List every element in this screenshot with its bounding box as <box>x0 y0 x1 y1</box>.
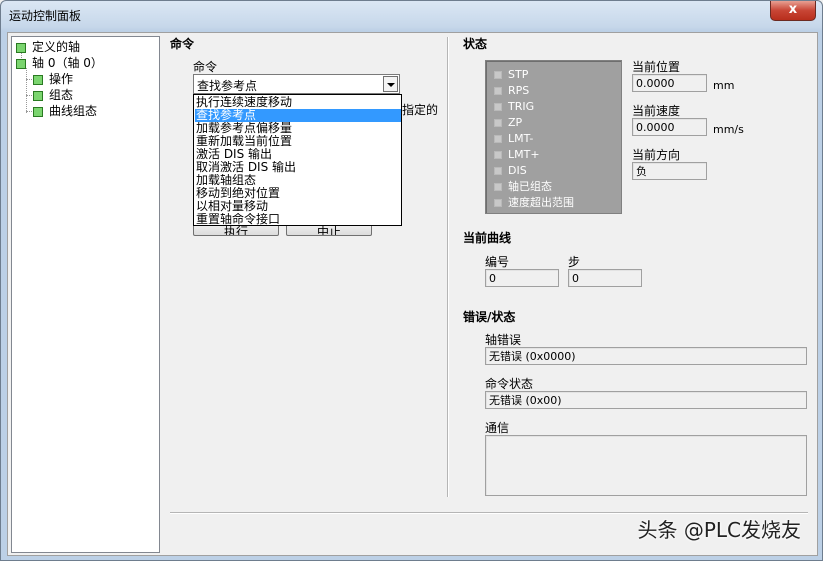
status-label: TRIG <box>508 100 535 113</box>
status-led-icon <box>494 167 502 175</box>
status-led-icon <box>494 103 502 111</box>
communication-label: 通信 <box>485 421 510 435</box>
speed-unit: mm/s <box>713 123 744 136</box>
tree-item-label: 组态 <box>49 88 74 102</box>
tree-item-axis-0[interactable]: 轴 0（轴 0） <box>16 55 103 71</box>
command-status-label: 命令状态 <box>485 377 534 391</box>
tree-item-label: 操作 <box>49 72 74 86</box>
node-icon <box>16 58 26 69</box>
status-led-icon <box>494 119 502 127</box>
chevron-down-icon[interactable] <box>383 76 398 92</box>
status-dis: DIS <box>494 163 527 178</box>
status-label: LMT- <box>508 132 534 145</box>
status-zp: ZP <box>494 115 522 130</box>
curve-step-field: 0 <box>568 269 642 287</box>
tree-item-label: 曲线组态 <box>49 104 98 118</box>
axis-error-field: 无错误 (0x0000) <box>485 347 807 365</box>
status-label: ZP <box>508 116 523 129</box>
dropdown-option-selected[interactable]: 查找参考点 <box>195 109 401 122</box>
vertical-divider <box>447 37 449 497</box>
tree-item-label: 定义的轴 <box>32 40 81 54</box>
status-label: DIS <box>508 164 527 177</box>
command-description-text: 指定的 <box>402 103 439 117</box>
dropdown-option[interactable]: 重置轴命令接口 <box>195 213 401 226</box>
status-led-icon <box>494 151 502 159</box>
status-led-icon <box>494 71 502 79</box>
dropdown-option[interactable]: 激活 DIS 输出 <box>195 148 401 161</box>
status-stp: STP <box>494 67 528 82</box>
dropdown-option[interactable]: 执行连续速度移动 <box>195 96 401 109</box>
status-label: RPS <box>508 84 530 97</box>
status-rps: RPS <box>494 83 529 98</box>
dropdown-option[interactable]: 以相对量移动 <box>195 200 401 213</box>
node-icon <box>33 90 43 101</box>
tree-item-curve-configuration[interactable]: 曲线组态 <box>33 103 97 119</box>
dropdown-option[interactable]: 加载轴组态 <box>195 174 401 187</box>
status-led-icon <box>494 135 502 143</box>
tree-connector <box>26 68 27 113</box>
command-dropdown-list[interactable]: 执行连续速度移动 查找参考点 加载参考点偏移量 重新加载当前位置 激活 DIS … <box>193 94 402 226</box>
tree-item-operation[interactable]: 操作 <box>33 71 73 87</box>
curve-number-field: 0 <box>485 269 559 287</box>
axis-error-label: 轴错误 <box>485 333 522 347</box>
tree-item-configuration[interactable]: 组态 <box>33 87 73 103</box>
current-speed-label: 当前速度 <box>632 104 681 118</box>
status-label: STP <box>508 68 529 81</box>
command-selected-value: 查找参考点 <box>197 79 258 93</box>
tree-item-defined-axes[interactable]: 定义的轴 <box>16 39 80 55</box>
status-led-icon <box>494 199 502 207</box>
current-position-label: 当前位置 <box>632 60 681 74</box>
status-label: 轴已组态 <box>508 180 552 193</box>
command-combobox[interactable]: 查找参考点 <box>193 74 400 94</box>
axis-tree[interactable]: 定义的轴 轴 0（轴 0） 操作 组态 曲线组态 <box>11 36 160 553</box>
node-icon <box>33 106 43 117</box>
status-lmt-minus: LMT- <box>494 131 533 146</box>
tree-item-label: 轴 0（轴 0） <box>32 56 103 70</box>
dropdown-option[interactable]: 移动到绝对位置 <box>195 187 401 200</box>
error-status-section-title: 错误/状态 <box>463 310 516 324</box>
title-bar[interactable]: 运动控制面板 x <box>1 1 822 31</box>
window-title: 运动控制面板 <box>9 9 82 23</box>
status-section-title: 状态 <box>463 37 488 51</box>
command-field-label: 命令 <box>193 60 218 74</box>
close-button[interactable]: x <box>770 1 816 21</box>
status-label: 速度超出范围 <box>508 196 574 209</box>
motion-control-panel-window: 运动控制面板 x 定义的轴 轴 0（轴 0） 操作 组态 曲线组态 命令 命令 … <box>0 0 823 561</box>
status-speed-out-of-range: 速度超出范围 <box>494 195 574 210</box>
dropdown-option[interactable]: 重新加载当前位置 <box>195 135 401 148</box>
status-indicator-panel: STP RPS TRIG ZP LMT- LMT+ DIS 轴已组态 速度超出范… <box>485 60 622 214</box>
client-area: 定义的轴 轴 0（轴 0） 操作 组态 曲线组态 命令 命令 查找参考点 指定的… <box>7 32 818 556</box>
status-lmt-plus: LMT+ <box>494 147 540 162</box>
curve-number-label: 编号 <box>485 255 510 269</box>
dropdown-option[interactable]: 取消激活 DIS 输出 <box>195 161 401 174</box>
current-direction-field: 负 <box>632 162 707 180</box>
communication-field <box>485 435 807 496</box>
position-unit: mm <box>713 79 735 92</box>
current-position-field: 0.0000 <box>632 74 707 92</box>
current-speed-field: 0.0000 <box>632 118 707 136</box>
current-curve-section-title: 当前曲线 <box>463 231 512 245</box>
status-trig: TRIG <box>494 99 534 114</box>
status-led-icon <box>494 183 502 191</box>
node-icon <box>33 74 43 85</box>
status-led-icon <box>494 87 502 95</box>
status-label: LMT+ <box>508 148 540 161</box>
watermark-text: 头条 @PLC发烧友 <box>637 518 801 542</box>
node-icon <box>16 42 26 53</box>
curve-step-label: 步 <box>568 255 581 269</box>
command-status-field: 无错误 (0x00) <box>485 391 807 409</box>
status-axis-configured: 轴已组态 <box>494 179 552 194</box>
dropdown-option[interactable]: 加载参考点偏移量 <box>195 122 401 135</box>
current-direction-label: 当前方向 <box>632 148 681 162</box>
command-section-title: 命令 <box>170 37 195 51</box>
